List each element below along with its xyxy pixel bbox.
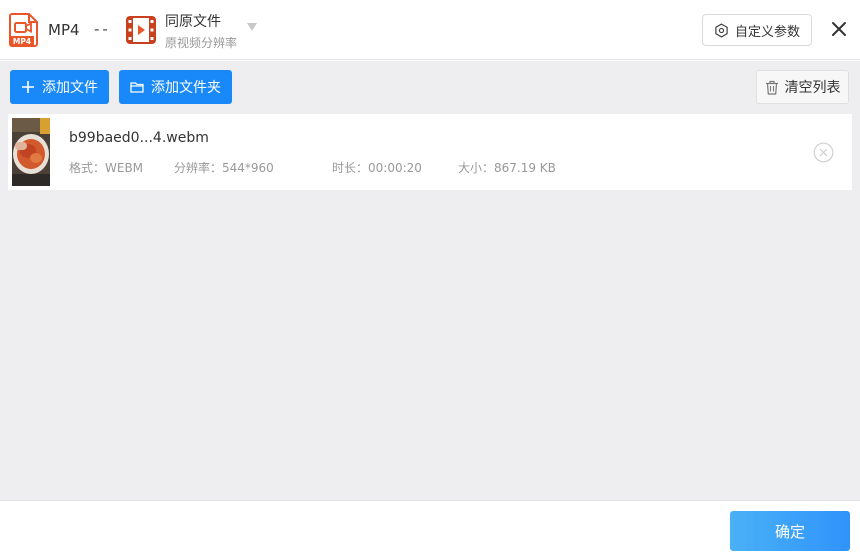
chevron-down-icon[interactable] <box>246 22 258 32</box>
file-list-item[interactable]: b99baed0...4.webm 格式：WEBM 分辨率：544*960 时长… <box>8 114 852 190</box>
add-folder-button[interactable]: 添加文件夹 <box>119 70 232 104</box>
remove-file-icon[interactable] <box>813 142 834 163</box>
clear-list-button[interactable]: 清空列表 <box>756 70 849 104</box>
source-format-label: MP4 <box>48 21 80 39</box>
plus-icon <box>22 81 34 93</box>
target-format-title[interactable]: 同原文件 <box>165 11 221 31</box>
file-size: 大小：867.19 KB <box>458 161 556 175</box>
file-list-area: 添加文件 添加文件夹 清空列表 b99baed0...4.webm 格式：WEB… <box>0 61 860 500</box>
custom-params-label: 自定义参数 <box>734 24 800 40</box>
converter-window: MP4 MP4 -- 同原文件 原视频分辨率 自定义参数 添加文件 添加文件夹 … <box>0 0 860 560</box>
format-separator: -- <box>94 20 111 38</box>
folder-icon <box>130 82 144 93</box>
file-name: b99baed0...4.webm <box>69 130 209 146</box>
footer-bar: 确定 <box>0 500 860 560</box>
settings-hexagon-icon <box>715 22 728 38</box>
file-format: 格式：WEBM <box>69 161 144 175</box>
header-bar: MP4 MP4 -- 同原文件 原视频分辨率 自定义参数 <box>0 0 860 60</box>
add-file-label: 添加文件 <box>42 80 98 96</box>
confirm-button[interactable]: 确定 <box>730 511 850 551</box>
file-resolution: 分辨率：544*960 <box>174 161 274 175</box>
add-folder-label: 添加文件夹 <box>151 80 221 96</box>
target-format-subtitle[interactable]: 原视频分辨率 <box>165 34 237 51</box>
clear-list-label: 清空列表 <box>784 80 841 96</box>
video-film-icon <box>126 16 156 44</box>
mp4-file-icon: MP4 <box>9 13 38 47</box>
mp4-badge-text: MP4 <box>13 37 31 46</box>
custom-params-button[interactable]: 自定义参数 <box>702 14 812 46</box>
close-icon[interactable] <box>830 20 848 38</box>
trash-icon <box>765 80 778 95</box>
add-file-button[interactable]: 添加文件 <box>10 70 109 104</box>
video-thumbnail <box>12 118 50 186</box>
file-duration: 时长：00:00:20 <box>332 161 422 175</box>
